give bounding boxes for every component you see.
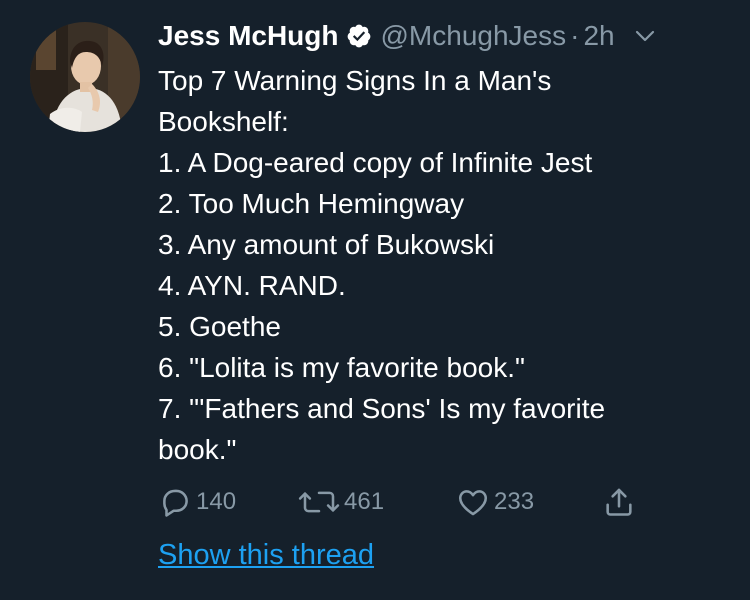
tweet-actions: 140 461 233 [158,482,658,522]
tweet-line: Top 7 Warning Signs In a Man's [158,65,552,96]
tweet-text: Top 7 Warning Signs In a Man's Bookshelf… [158,60,728,470]
tweet-header: Jess McHugh @MchughJess · 2h [158,14,728,58]
display-name[interactable]: Jess McHugh [158,20,339,52]
heart-icon [456,485,490,519]
profile-photo-icon [30,22,140,132]
tweet-line: 2. Too Much Hemingway [158,188,465,219]
tweet-timestamp[interactable]: 2h [583,20,614,52]
tweet-line: 7. "'Fathers and Sons' Is my favorite [158,393,606,424]
verified-badge-icon [346,23,372,49]
retweet-button[interactable]: 461 [298,482,384,522]
tweet-line: 3. Any amount of Bukowski [158,229,495,260]
like-count: 233 [494,488,535,515]
chevron-down-icon[interactable] [633,24,657,48]
like-button[interactable]: 233 [456,482,534,522]
avatar[interactable] [30,22,140,132]
user-handle[interactable]: @MchughJess [381,20,567,52]
tweet-line: book." [158,434,237,465]
retweet-icon [298,485,340,519]
retweet-count: 461 [344,488,385,515]
tweet-card: Jess McHugh @MchughJess · 2h Top 7 Warni… [0,0,750,600]
reply-count: 140 [196,488,237,515]
share-button[interactable] [602,482,636,522]
reply-icon [158,485,192,519]
show-thread-link[interactable]: Show this thread [158,539,374,572]
tweet-line: 1. A Dog-eared copy of Infinite Jest [158,147,593,178]
share-icon [602,485,636,519]
tweet-line: Bookshelf: [158,106,289,137]
tweet-line: 5. Goethe [158,311,281,342]
reply-button[interactable]: 140 [158,482,236,522]
tweet-line: 6. "Lolita is my favorite book." [158,352,525,383]
separator-dot: · [570,20,580,51]
tweet-line: 4. AYN. RAND. [158,270,346,301]
